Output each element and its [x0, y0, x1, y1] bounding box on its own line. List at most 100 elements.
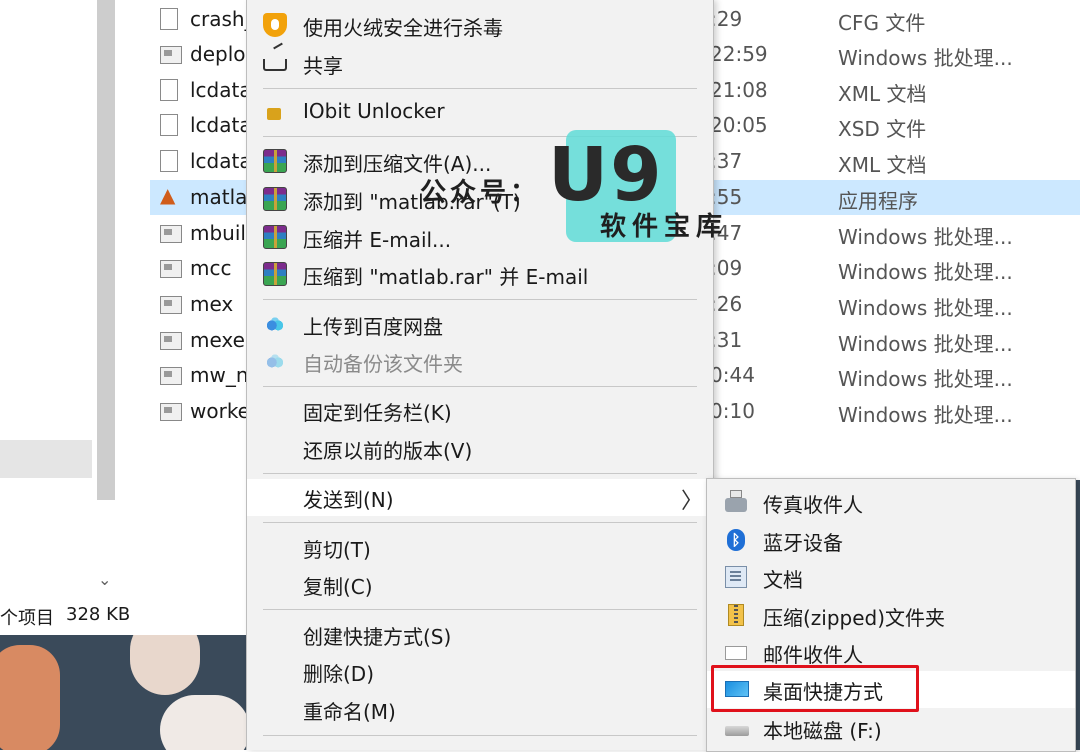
send-to-documents[interactable]: 文档: [707, 559, 1075, 596]
file-modified-time: 0:10: [710, 399, 755, 423]
menu-item-iobit-unlocker[interactable]: IObit Unlocker: [247, 94, 713, 131]
menu-item-label: 固定到任务栏(K): [303, 401, 452, 425]
send-to-zip-folder[interactable]: 压缩(zipped)文件夹: [707, 597, 1075, 634]
wallpaper-shape: [160, 695, 250, 750]
navigation-scrollbar[interactable]: ⌄: [92, 0, 120, 600]
winrar-icon: [263, 187, 287, 211]
file-icon: [160, 150, 178, 172]
documents-icon: [725, 566, 747, 588]
menu-separator: [263, 609, 697, 610]
drive-icon: [725, 726, 749, 736]
file-modified-time: 0:44: [710, 363, 755, 387]
file-name: matla: [190, 185, 248, 209]
mail-icon: [725, 646, 747, 660]
wallpaper-shape: [0, 645, 60, 750]
menu-item-copy[interactable]: 复制(C): [247, 566, 713, 603]
file-type: Windows 批处理...: [838, 225, 1013, 249]
winrar-icon: [263, 262, 287, 286]
menu-item-upload-baidu[interactable]: 上传到百度网盘: [247, 306, 713, 343]
file-modified-time: :09: [710, 256, 743, 280]
menu-separator: [263, 386, 697, 387]
file-type: 应用程序: [838, 189, 918, 213]
menu-item-label: 压缩到 "matlab.rar" 并 E-mail: [303, 265, 589, 289]
zip-folder-icon: [728, 604, 744, 626]
winrar-icon: [263, 149, 287, 173]
scrollbar-thumb[interactable]: [97, 0, 115, 500]
menu-item-delete[interactable]: 删除(D): [247, 653, 713, 690]
menu-item-pin-taskbar[interactable]: 固定到任务栏(K): [247, 392, 713, 429]
share-icon: [263, 59, 287, 71]
menu-item-label: 还原以前的版本(V): [303, 439, 473, 463]
file-name: mw_n: [190, 363, 249, 387]
send-to-local-disk-f[interactable]: 本地磁盘 (F:): [707, 710, 1075, 747]
file-type: Windows 批处理...: [838, 46, 1013, 70]
winrar-icon: [263, 225, 287, 249]
menu-separator: [263, 299, 697, 300]
file-type: Windows 批处理...: [838, 260, 1013, 284]
file-name: lcdata: [190, 78, 252, 102]
menu-item-label: 共享: [303, 54, 343, 78]
batch-file-icon: [160, 225, 182, 243]
batch-file-icon: [160, 403, 182, 421]
file-type: CFG 文件: [838, 11, 926, 35]
menu-item-rename[interactable]: 重命名(M): [247, 691, 713, 728]
submenu-item-label: 文档: [763, 568, 803, 592]
file-name: mexe: [190, 328, 245, 352]
submenu-item-label: 本地磁盘 (F:): [763, 719, 882, 743]
menu-item-label: 复制(C): [303, 575, 373, 599]
menu-item-label: IObit Unlocker: [303, 99, 445, 123]
menu-item-send-to[interactable]: 发送到(N) 〉: [247, 479, 713, 516]
matlab-icon: ▲: [160, 183, 176, 207]
menu-item-cut[interactable]: 剪切(T): [247, 529, 713, 566]
menu-item-label: 重命名(M): [303, 700, 396, 724]
bluetooth-icon: ᛒ: [727, 529, 745, 551]
submenu-item-label: 蓝牙设备: [763, 531, 843, 555]
file-modified-time: :26: [710, 292, 743, 316]
file-type: Windows 批处理...: [838, 403, 1013, 427]
menu-item-compress-rar-email[interactable]: 压缩到 "matlab.rar" 并 E-mail: [247, 256, 713, 293]
menu-item-label: 压缩并 E-mail...: [303, 228, 452, 252]
batch-file-icon: [160, 296, 182, 314]
menu-item-huorong-scan[interactable]: 使用火绒安全进行杀毒: [247, 7, 713, 44]
file-name: mcc: [190, 256, 232, 280]
menu-separator: [263, 88, 697, 89]
file-icon: [160, 114, 178, 136]
send-to-bluetooth[interactable]: ᛒ 蓝牙设备: [707, 522, 1075, 559]
menu-item-label: 删除(D): [303, 662, 375, 686]
file-name: worke: [190, 399, 250, 423]
file-modified-time: :37: [710, 149, 743, 173]
context-menu: 使用火绒安全进行杀毒 共享 IObit Unlocker 添加到压缩文件(A).…: [246, 0, 714, 750]
send-to-fax-recipient[interactable]: 传真收件人: [707, 484, 1075, 521]
menu-item-label: 剪切(T): [303, 538, 371, 562]
file-modified-time: :29: [710, 7, 743, 31]
submenu-item-label: 压缩(zipped)文件夹: [763, 606, 946, 630]
file-name: lcdata: [190, 113, 252, 137]
menu-separator: [263, 735, 697, 736]
batch-file-icon: [160, 367, 182, 385]
menu-item-auto-backup[interactable]: 自动备份该文件夹: [247, 343, 713, 380]
file-type: Windows 批处理...: [838, 367, 1013, 391]
menu-item-create-shortcut[interactable]: 创建快捷方式(S): [247, 616, 713, 653]
file-icon: [160, 8, 178, 30]
menu-item-share[interactable]: 共享: [247, 45, 713, 82]
watermark-label: 公众号：: [420, 178, 541, 208]
batch-file-icon: [160, 332, 182, 350]
scroll-down-icon[interactable]: ⌄: [98, 570, 111, 589]
item-count-label: 个项目: [0, 608, 54, 629]
menu-item-label: 创建快捷方式(S): [303, 625, 452, 649]
watermark-subtitle: 软件宝库: [600, 212, 729, 242]
desktop-wallpaper: [0, 635, 250, 750]
file-icon: [160, 79, 178, 101]
wallpaper-shape: [130, 635, 200, 695]
submenu-item-label: 邮件收件人: [763, 643, 863, 667]
file-type: XSD 文件: [838, 117, 927, 141]
selection-size-label: 328 KB: [66, 604, 131, 625]
unlock-icon: [267, 108, 281, 120]
file-modified-time: 21:08: [710, 78, 768, 102]
navigation-selected-item[interactable]: [0, 440, 92, 478]
menu-item-restore-versions[interactable]: 还原以前的版本(V): [247, 430, 713, 467]
file-modified-time: 22:59: [710, 42, 768, 66]
fax-icon: [725, 490, 747, 512]
highlight-annotation-box: [711, 665, 919, 712]
file-name: mex: [190, 292, 234, 316]
